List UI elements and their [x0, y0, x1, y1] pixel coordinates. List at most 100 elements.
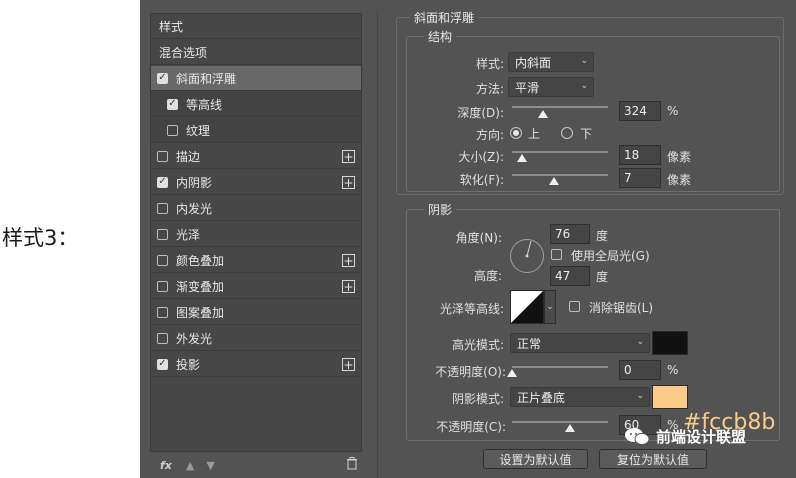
style-item-label: 颜色叠加 — [176, 253, 225, 268]
move-down-icon[interactable]: ▼ — [206, 459, 214, 472]
shadow-mode-select[interactable]: 正片叠底 ⌄ — [510, 387, 650, 407]
gloss-contour-dropdown[interactable]: ⌄ — [544, 290, 556, 324]
style-item[interactable]: 内发光 — [151, 196, 361, 221]
depth-slider-track[interactable] — [512, 106, 608, 108]
blend-options-item[interactable]: 混合选项 — [151, 40, 361, 65]
method-label: 方法: — [475, 82, 504, 96]
styles-footer: fx ▲ ▼ — [150, 454, 362, 476]
side-label: 样式3： — [2, 226, 79, 250]
size-slider-thumb[interactable] — [516, 154, 527, 162]
highlight-opacity-unit: % — [667, 363, 679, 377]
style-item-label: 投影 — [176, 357, 201, 372]
style-item-label: 图案叠加 — [176, 305, 225, 320]
bevel-style-select[interactable]: 内斜面 ⌄ — [508, 52, 594, 72]
style-item[interactable]: 描边 + — [151, 144, 361, 169]
style-item[interactable]: 光泽 — [151, 222, 361, 247]
style-item-checkbox[interactable]: ✓ — [167, 98, 178, 110]
reset-default-button[interactable]: 复位为默认值 — [599, 449, 707, 469]
styles-header-label: 样式 — [159, 19, 184, 34]
add-effect-icon[interactable]: + — [342, 176, 355, 189]
soften-input[interactable]: 7 — [619, 168, 661, 188]
style-item-checkbox[interactable]: ✓ — [157, 176, 168, 188]
size-slider-track[interactable] — [512, 151, 608, 153]
style-item-checkbox[interactable] — [157, 202, 168, 214]
angle-dial[interactable] — [510, 239, 544, 273]
watermark-text: 前端设计联盟 — [656, 428, 747, 446]
highlight-mode-select[interactable]: 正常 ⌄ — [510, 333, 650, 353]
chevron-down-icon: ⌄ — [636, 391, 644, 401]
style-item-label: 外发光 — [176, 331, 213, 346]
altitude-input[interactable]: 47 — [550, 266, 590, 286]
direction-label: 方向: — [475, 128, 504, 142]
angle-label: 角度(N): — [455, 231, 502, 245]
shadow-opacity-label: 不透明度(C): — [436, 420, 506, 434]
style-item[interactable]: ✓ 等高线 — [151, 92, 361, 117]
add-effect-icon[interactable]: + — [342, 150, 355, 163]
anti-alias-label: 消除锯齿(L) — [589, 301, 654, 315]
styles-header[interactable]: 样式 — [151, 14, 361, 39]
style-item-checkbox[interactable] — [157, 332, 168, 344]
angle-input[interactable]: 76 — [550, 224, 590, 244]
style-item-checkbox[interactable] — [157, 254, 168, 266]
style-item[interactable]: 渐变叠加 + — [151, 274, 361, 299]
style-item[interactable]: ✓ 投影 + — [151, 352, 361, 377]
highlight-opacity-input[interactable]: 0 — [619, 360, 661, 380]
gloss-contour-preview[interactable] — [510, 290, 544, 324]
size-label: 大小(Z): — [458, 150, 504, 164]
style-item-label: 等高线 — [186, 97, 223, 112]
style-item-checkbox[interactable] — [157, 280, 168, 292]
shadow-opacity-track[interactable] — [512, 421, 608, 423]
style-item-checkbox[interactable] — [157, 306, 168, 318]
style-item-checkbox[interactable] — [157, 150, 168, 162]
soften-slider-track[interactable] — [512, 174, 608, 176]
method-value: 平滑 — [515, 80, 540, 95]
highlight-mode-value: 正常 — [517, 336, 542, 351]
style-item-checkbox[interactable] — [157, 228, 168, 240]
method-select[interactable]: 平滑 ⌄ — [508, 77, 594, 97]
chevron-down-icon: ⌄ — [580, 81, 588, 91]
set-default-button[interactable]: 设置为默认值 — [483, 449, 588, 469]
add-effect-icon[interactable]: + — [342, 254, 355, 267]
global-light-checkbox[interactable] — [551, 249, 562, 260]
style-item[interactable]: ✓ 内阴影 + — [151, 170, 361, 195]
gloss-contour-label: 光泽等高线: — [439, 302, 504, 316]
bevel-title: 斜面和浮雕 — [410, 9, 479, 26]
soften-slider-thumb[interactable] — [549, 177, 560, 185]
size-input[interactable]: 18 — [619, 145, 661, 165]
shadow-color-swatch[interactable] — [652, 385, 688, 409]
global-light-label: 使用全局光(G) — [571, 249, 650, 263]
style-item[interactable]: 图案叠加 — [151, 300, 361, 325]
shadow-opacity-thumb[interactable] — [564, 424, 575, 432]
style-item-label: 渐变叠加 — [176, 279, 225, 294]
direction-up-radio[interactable] — [510, 127, 522, 139]
highlight-color-swatch[interactable] — [652, 331, 688, 355]
highlight-opacity-track[interactable] — [512, 366, 608, 368]
direction-down-radio[interactable] — [561, 127, 573, 139]
style-item-checkbox[interactable] — [167, 124, 178, 136]
altitude-unit: 度 — [596, 270, 609, 284]
chevron-down-icon: ⌄ — [546, 302, 554, 312]
fx-button[interactable]: fx — [160, 459, 172, 472]
trash-icon[interactable] — [346, 457, 358, 473]
move-up-icon[interactable]: ▲ — [186, 459, 194, 472]
shadow-mode-label: 阴影模式: — [451, 392, 504, 406]
highlight-opacity-thumb[interactable] — [507, 369, 517, 377]
add-effect-icon[interactable]: + — [342, 280, 355, 293]
style-item[interactable]: 纹理 — [151, 118, 361, 143]
depth-slider-thumb[interactable] — [537, 110, 548, 118]
depth-input[interactable]: 324 — [619, 101, 661, 121]
watermark: 前端设计联盟 — [624, 426, 746, 447]
style-item-checkbox[interactable]: ✓ — [157, 358, 168, 370]
style-item[interactable]: ✓ 斜面和浮雕 — [151, 66, 361, 91]
soften-unit: 像素 — [667, 173, 692, 187]
chevron-down-icon: ⌄ — [580, 56, 588, 66]
style-item[interactable]: 颜色叠加 + — [151, 248, 361, 273]
add-effect-icon[interactable]: + — [342, 358, 355, 371]
styles-list: 样式 混合选项 ✓ 斜面和浮雕 ✓ 等高线 纹理 描边 + ✓ 内阴影 + 内发光 光泽 颜色叠加 + 渐变… — [150, 13, 362, 452]
style-item[interactable]: 外发光 — [151, 326, 361, 351]
anti-alias-checkbox[interactable] — [569, 301, 580, 312]
angle-unit: 度 — [596, 229, 609, 243]
chevron-down-icon: ⌄ — [636, 337, 644, 347]
style-item-checkbox[interactable]: ✓ — [157, 72, 168, 84]
bevel-style-value: 内斜面 — [515, 55, 552, 70]
